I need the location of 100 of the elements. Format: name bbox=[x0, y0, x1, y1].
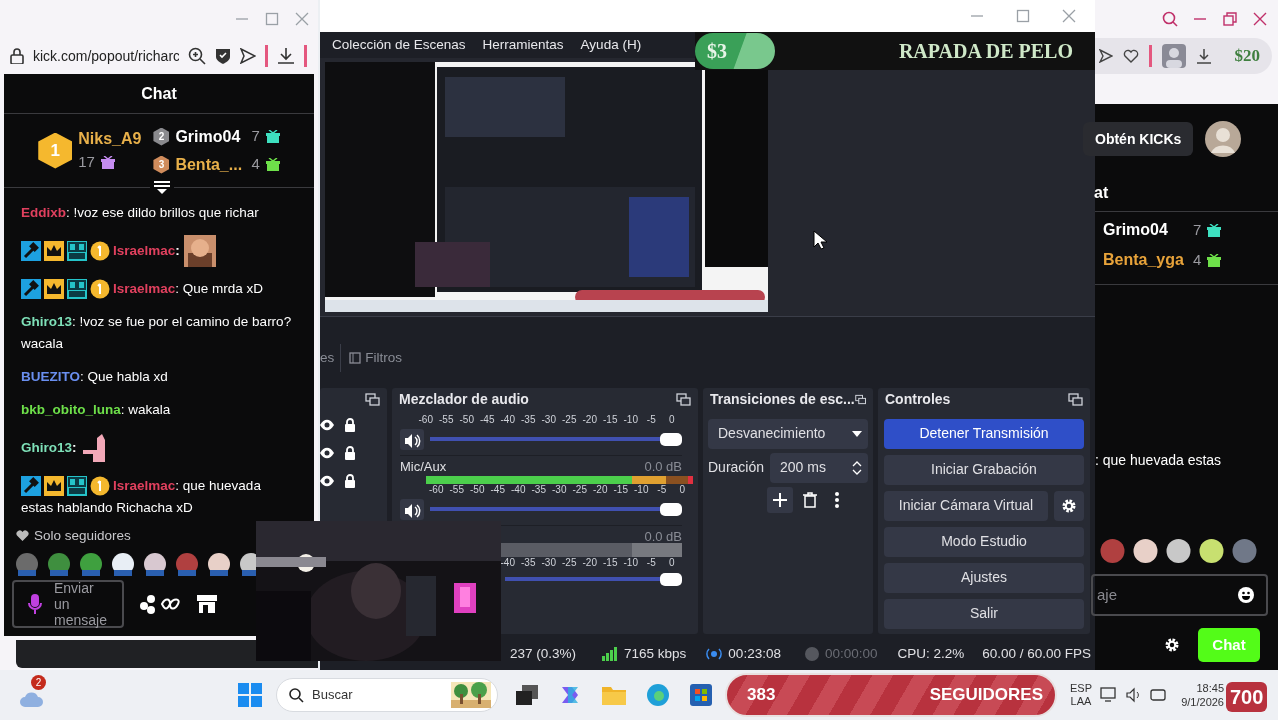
windows-icon[interactable] bbox=[238, 683, 262, 707]
lock-icon[interactable] bbox=[344, 417, 356, 432]
undock-icon[interactable] bbox=[365, 393, 380, 407]
emote-icon bbox=[1099, 537, 1126, 564]
eye-icon[interactable] bbox=[320, 446, 334, 459]
gift-count: 4 bbox=[251, 154, 260, 175]
amount-pill: $3 bbox=[695, 32, 775, 69]
get-kicks-button[interactable]: Obtén KICKs bbox=[1083, 122, 1194, 156]
maximize-icon[interactable] bbox=[1015, 8, 1031, 23]
speaker-icon[interactable] bbox=[400, 428, 424, 450]
close-icon[interactable] bbox=[1252, 12, 1268, 26]
chat-message: Israelmac: que huevada bbox=[113, 478, 261, 493]
eye-icon[interactable] bbox=[320, 418, 334, 431]
tab[interactable]: es bbox=[320, 343, 335, 372]
control-button[interactable]: Modo Estudio bbox=[884, 526, 1084, 557]
search-icon[interactable] bbox=[1162, 11, 1178, 27]
control-button[interactable]: Detener Transmisión bbox=[884, 418, 1084, 449]
gear-icon[interactable] bbox=[1164, 637, 1180, 653]
placeholder-text: Enviar un mensaje bbox=[54, 580, 108, 628]
undock-icon[interactable] bbox=[676, 393, 691, 407]
chat-title: Chat bbox=[141, 83, 177, 104]
volume-icon[interactable] bbox=[1126, 687, 1142, 703]
follower-count: 383 bbox=[747, 684, 776, 707]
browser-icon[interactable] bbox=[646, 683, 670, 707]
emote-icon bbox=[1132, 537, 1159, 564]
lock-icon bbox=[10, 48, 24, 64]
scale-label: -30 bbox=[551, 484, 568, 497]
undock-icon[interactable] bbox=[854, 393, 866, 407]
search-field[interactable]: Buscar bbox=[276, 678, 498, 712]
menu-item[interactable]: Ayuda (H) bbox=[580, 34, 642, 55]
gift-icon bbox=[1207, 223, 1222, 237]
chat-title: at bbox=[1094, 182, 1109, 203]
filter-icon bbox=[349, 351, 362, 364]
download-icon[interactable] bbox=[277, 47, 295, 65]
gift-count: 4 bbox=[1193, 249, 1202, 270]
network-icon[interactable] bbox=[1100, 687, 1118, 703]
scale-label: 0 bbox=[667, 413, 676, 426]
level-reading: 0.0 dB bbox=[644, 527, 682, 546]
restore-icon[interactable] bbox=[1222, 12, 1238, 26]
leader-name: Niks_A9 bbox=[78, 129, 142, 150]
volume-slider[interactable] bbox=[430, 502, 682, 516]
gift-count: 7 bbox=[251, 126, 260, 147]
scale-label: -35 bbox=[520, 413, 537, 426]
language-code: LAA bbox=[1070, 695, 1092, 708]
menu-item[interactable]: Herramientas bbox=[482, 34, 564, 55]
trash-icon[interactable] bbox=[803, 491, 817, 508]
heart-icon[interactable] bbox=[1123, 49, 1139, 63]
send-icon[interactable] bbox=[1099, 49, 1113, 63]
avatar-icon[interactable] bbox=[1205, 121, 1242, 157]
task-view-icon[interactable] bbox=[516, 685, 538, 705]
control-button[interactable]: Iniciar Grabación bbox=[884, 454, 1084, 485]
scale-label: -25 bbox=[561, 557, 578, 570]
eye-icon[interactable] bbox=[320, 474, 334, 487]
address-text[interactable]: kick.com/popout/richarc bbox=[33, 45, 179, 67]
control-button[interactable]: Iniciar Cámara Virtual bbox=[884, 490, 1048, 521]
chat-message: BUEZITO: Que habla xd bbox=[21, 369, 168, 384]
undock-icon[interactable] bbox=[1068, 393, 1083, 407]
transition-select[interactable]: Desvanecimiento bbox=[708, 418, 868, 449]
zoom-icon[interactable] bbox=[188, 47, 206, 65]
leader-name: Benta_yga bbox=[1103, 250, 1185, 270]
followers-only-label: Solo seguidores bbox=[34, 526, 131, 545]
goal-count: 700 bbox=[1226, 682, 1268, 712]
emoji-icon[interactable] bbox=[1238, 587, 1254, 603]
volume-slider[interactable] bbox=[505, 572, 682, 586]
menu-item[interactable]: Colección de Escenas bbox=[332, 34, 466, 55]
scale-label: -5 bbox=[656, 484, 668, 497]
speaker-icon[interactable] bbox=[400, 498, 424, 520]
volume-slider[interactable] bbox=[430, 432, 682, 446]
message-field[interactable]: aje bbox=[1091, 574, 1268, 616]
overlay-amount: $20 bbox=[1234, 45, 1260, 68]
scale-label: -25 bbox=[571, 484, 588, 497]
battery-icon[interactable] bbox=[1150, 687, 1168, 703]
emote-icon bbox=[1198, 537, 1225, 564]
lock-icon[interactable] bbox=[344, 473, 356, 488]
scale-label: -50 bbox=[469, 484, 486, 497]
shield-icon[interactable] bbox=[215, 47, 231, 65]
collapse-icon[interactable] bbox=[152, 181, 172, 195]
close-icon[interactable] bbox=[1061, 8, 1077, 23]
message-field[interactable]: Enviar un mensaje bbox=[12, 580, 124, 628]
menu-dots-icon[interactable] bbox=[835, 491, 839, 508]
lock-icon[interactable] bbox=[344, 445, 356, 460]
level-reading: 0.0 dB bbox=[644, 457, 682, 476]
mic-icon bbox=[28, 593, 42, 615]
banner-title: RAPADA DE PELO bbox=[898, 38, 1073, 64]
scale-label: -15 bbox=[602, 557, 619, 570]
badge-icon bbox=[67, 241, 87, 261]
emote-picker-icon[interactable] bbox=[140, 594, 180, 614]
control-button[interactable]: Ajustes bbox=[884, 562, 1084, 593]
store-icon[interactable] bbox=[196, 594, 218, 614]
settings-button[interactable] bbox=[1054, 490, 1084, 521]
download-icon[interactable] bbox=[1196, 48, 1212, 64]
rank-badge: 2 bbox=[153, 127, 170, 146]
search-icon bbox=[289, 687, 304, 703]
control-button[interactable]: Salir bbox=[884, 598, 1084, 629]
add-button[interactable] bbox=[767, 486, 793, 513]
scale-label: -20 bbox=[592, 484, 609, 497]
send-icon[interactable] bbox=[240, 48, 256, 64]
tab[interactable]: Filtros bbox=[340, 343, 410, 372]
record-time: 00:00:00 bbox=[824, 644, 878, 663]
duration-field[interactable]: 200 ms bbox=[770, 452, 868, 483]
